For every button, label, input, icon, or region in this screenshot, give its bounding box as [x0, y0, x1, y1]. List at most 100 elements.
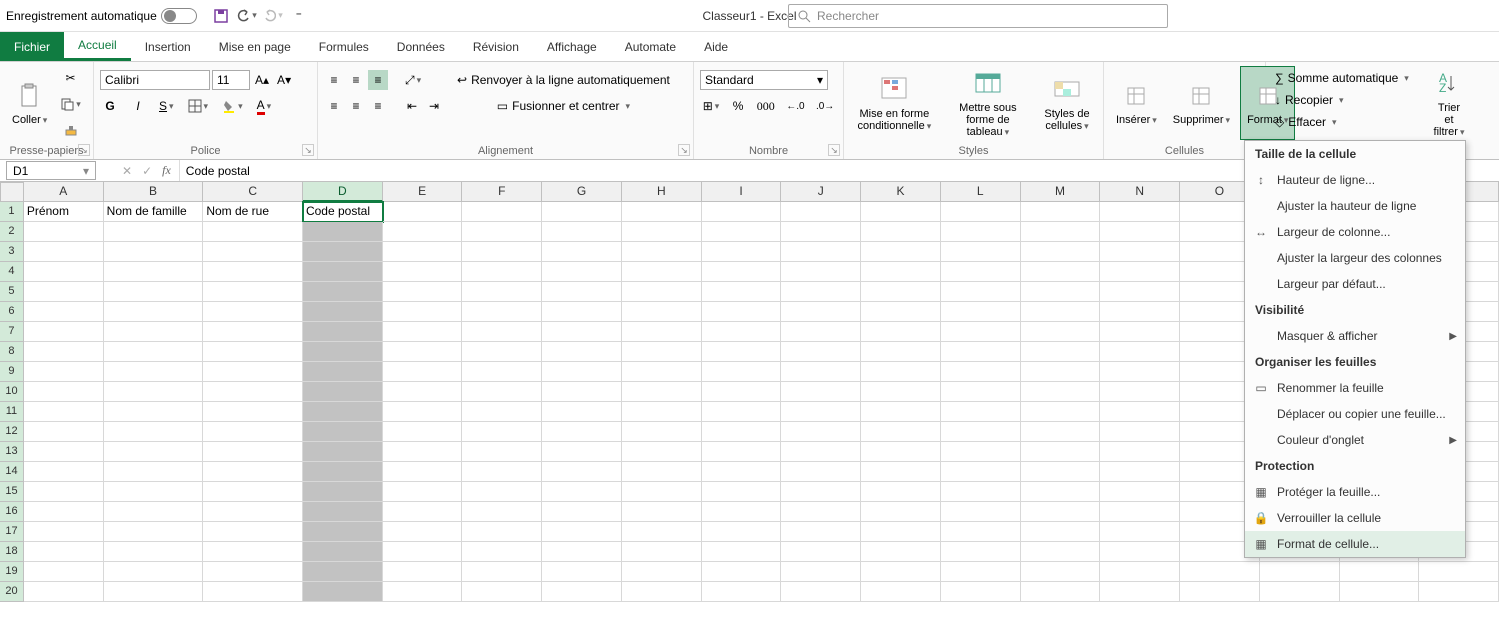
- cell-B4[interactable]: [104, 262, 204, 282]
- cell-F3[interactable]: [462, 242, 542, 262]
- cell-J7[interactable]: [781, 322, 861, 342]
- cell-E12[interactable]: [383, 422, 463, 442]
- cell-I9[interactable]: [702, 362, 782, 382]
- cell-I2[interactable]: [702, 222, 782, 242]
- cell-H7[interactable]: [622, 322, 702, 342]
- cell-A17[interactable]: [24, 522, 104, 542]
- cell-K9[interactable]: [861, 362, 941, 382]
- cell-K14[interactable]: [861, 462, 941, 482]
- cell-C3[interactable]: [203, 242, 303, 262]
- cell-G12[interactable]: [542, 422, 622, 442]
- align-top-button[interactable]: ≡: [324, 70, 344, 90]
- tab-automate[interactable]: Automate: [611, 32, 690, 61]
- cell-H5[interactable]: [622, 282, 702, 302]
- tab-view[interactable]: Affichage: [533, 32, 611, 61]
- cell-G16[interactable]: [542, 502, 622, 522]
- cell-D5[interactable]: [303, 282, 383, 302]
- cell-K7[interactable]: [861, 322, 941, 342]
- cell-A6[interactable]: [24, 302, 104, 322]
- cell-J17[interactable]: [781, 522, 861, 542]
- cell-C19[interactable]: [203, 562, 303, 582]
- cell-D8[interactable]: [303, 342, 383, 362]
- cell-F1[interactable]: [462, 202, 542, 222]
- cell-A8[interactable]: [24, 342, 104, 362]
- cell-K18[interactable]: [861, 542, 941, 562]
- row-header-5[interactable]: 5: [0, 282, 24, 302]
- column-header-B[interactable]: B: [104, 182, 204, 202]
- cell-L15[interactable]: [941, 482, 1021, 502]
- cell-E20[interactable]: [383, 582, 463, 602]
- cell-C15[interactable]: [203, 482, 303, 502]
- underline-button[interactable]: S: [156, 96, 177, 116]
- cell-N9[interactable]: [1100, 362, 1180, 382]
- cell-B10[interactable]: [104, 382, 204, 402]
- cell-E17[interactable]: [383, 522, 463, 542]
- cell-J18[interactable]: [781, 542, 861, 562]
- paste-button[interactable]: Coller: [6, 66, 53, 140]
- cell-C17[interactable]: [203, 522, 303, 542]
- increase-indent-button[interactable]: ⇥: [424, 96, 444, 116]
- menu-row-height[interactable]: ↕Hauteur de ligne...: [1245, 167, 1465, 193]
- cell-B12[interactable]: [104, 422, 204, 442]
- cell-M7[interactable]: [1021, 322, 1101, 342]
- format-as-table-button[interactable]: Mettre sous forme de tableau: [943, 66, 1033, 140]
- format-painter-button[interactable]: [57, 121, 84, 141]
- cell-I18[interactable]: [702, 542, 782, 562]
- cell-L4[interactable]: [941, 262, 1021, 282]
- cut-button[interactable]: ✂: [57, 68, 84, 88]
- cell-B13[interactable]: [104, 442, 204, 462]
- cell-D1[interactable]: Code postal: [303, 202, 383, 222]
- fill-color-button[interactable]: [219, 96, 246, 116]
- cell-A14[interactable]: [24, 462, 104, 482]
- cell-J4[interactable]: [781, 262, 861, 282]
- row-header-7[interactable]: 7: [0, 322, 24, 342]
- bold-button[interactable]: G: [100, 96, 120, 116]
- cell-H4[interactable]: [622, 262, 702, 282]
- cell-M13[interactable]: [1021, 442, 1101, 462]
- cell-I19[interactable]: [702, 562, 782, 582]
- cell-D11[interactable]: [303, 402, 383, 422]
- cell-H1[interactable]: [622, 202, 702, 222]
- comma-format-button[interactable]: 000: [754, 96, 777, 116]
- cell-N13[interactable]: [1100, 442, 1180, 462]
- cell-M11[interactable]: [1021, 402, 1101, 422]
- merge-center-button[interactable]: ▭Fusionner et centrer: [454, 96, 673, 116]
- menu-autofit-col[interactable]: Ajuster la largeur des colonnes: [1245, 245, 1465, 271]
- cell-J14[interactable]: [781, 462, 861, 482]
- cell-C12[interactable]: [203, 422, 303, 442]
- cell-M1[interactable]: [1021, 202, 1101, 222]
- cell-I12[interactable]: [702, 422, 782, 442]
- cell-L20[interactable]: [941, 582, 1021, 602]
- tab-file[interactable]: Fichier: [0, 32, 64, 61]
- cell-D12[interactable]: [303, 422, 383, 442]
- cell-K20[interactable]: [861, 582, 941, 602]
- cell-M20[interactable]: [1021, 582, 1101, 602]
- conditional-format-button[interactable]: Mise en forme conditionnelle: [850, 66, 939, 140]
- cell-L16[interactable]: [941, 502, 1021, 522]
- menu-hide-show[interactable]: Masquer & afficher▶: [1245, 323, 1465, 349]
- align-left-button[interactable]: ≡: [324, 96, 344, 116]
- column-header-M[interactable]: M: [1021, 182, 1101, 202]
- cell-N17[interactable]: [1100, 522, 1180, 542]
- cell-H17[interactable]: [622, 522, 702, 542]
- row-header-11[interactable]: 11: [0, 402, 24, 422]
- cell-M14[interactable]: [1021, 462, 1101, 482]
- cell-L18[interactable]: [941, 542, 1021, 562]
- cell-C2[interactable]: [203, 222, 303, 242]
- cell-Q20[interactable]: [1340, 582, 1420, 602]
- cell-N4[interactable]: [1100, 262, 1180, 282]
- cell-M2[interactable]: [1021, 222, 1101, 242]
- cell-H18[interactable]: [622, 542, 702, 562]
- enter-formula-icon[interactable]: ✓: [142, 164, 152, 178]
- cell-J5[interactable]: [781, 282, 861, 302]
- cell-B3[interactable]: [104, 242, 204, 262]
- row-header-19[interactable]: 19: [0, 562, 24, 582]
- cell-A16[interactable]: [24, 502, 104, 522]
- accounting-format-button[interactable]: ⊞: [700, 96, 722, 116]
- cell-D9[interactable]: [303, 362, 383, 382]
- row-header-12[interactable]: 12: [0, 422, 24, 442]
- cell-L3[interactable]: [941, 242, 1021, 262]
- tab-insert[interactable]: Insertion: [131, 32, 205, 61]
- cell-F7[interactable]: [462, 322, 542, 342]
- autosave-toggle[interactable]: [161, 8, 197, 24]
